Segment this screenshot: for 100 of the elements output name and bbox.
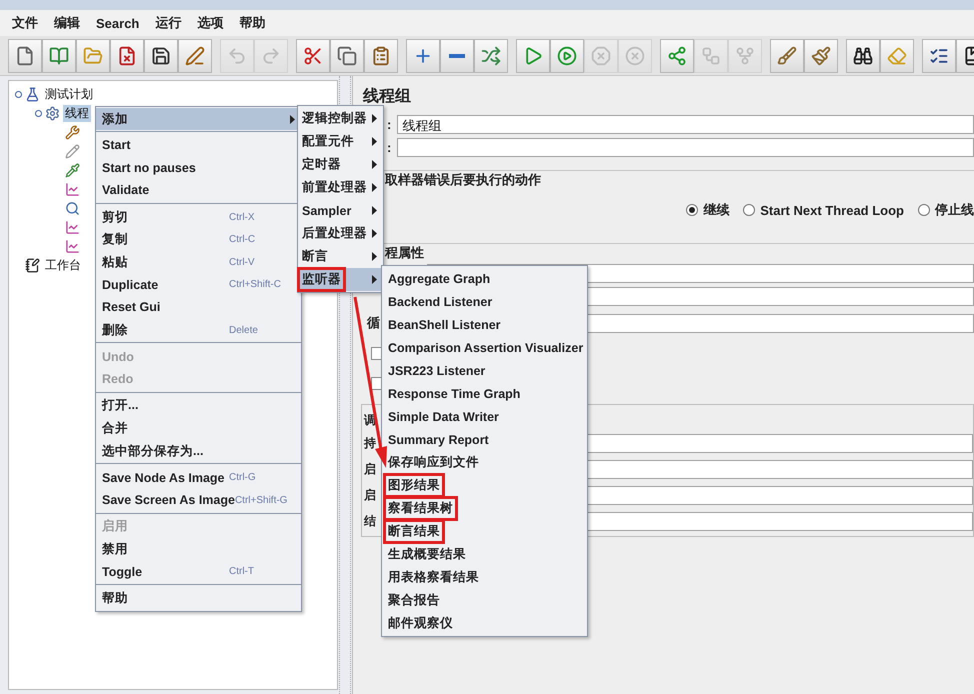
menu-item[interactable]: Save Screen As ImageCtrl+Shift-G (96, 488, 301, 512)
field-label: 结 (364, 512, 376, 530)
tree-node[interactable]: 线程 (63, 105, 91, 122)
menu-item[interactable]: 定时器 (298, 153, 383, 176)
menu-item[interactable]: Response Time Graph (382, 382, 587, 405)
menu-item[interactable]: 图形结果 (382, 474, 587, 497)
copy-button[interactable] (330, 38, 364, 72)
comment-field[interactable] (397, 138, 974, 156)
cut-button[interactable] (296, 38, 330, 72)
menu-title[interactable]: Search (90, 14, 146, 32)
search-button[interactable] (846, 38, 880, 72)
expand-button[interactable] (406, 38, 440, 72)
menu-item[interactable]: Summary Report (382, 428, 587, 451)
field-label: 循 (367, 314, 380, 332)
menu-item[interactable]: 前置处理器 (298, 176, 383, 199)
menu-item-label: Comparison Assertion Visualizer (387, 340, 584, 357)
menu-item-label: Simple Data Writer (387, 408, 500, 426)
radio-icon[interactable] (918, 204, 930, 216)
shortcut-label: Ctrl-T (229, 566, 255, 578)
radio-icon[interactable] (743, 204, 756, 216)
paste-button[interactable] (364, 38, 398, 72)
menu-item[interactable]: Comparison Assertion Visualizer (382, 336, 587, 359)
menu-item[interactable]: 复制 Ctrl-C (96, 228, 301, 251)
menu-item[interactable]: 保存响应到文件 (382, 451, 587, 474)
tree-node[interactable]: 工作台 (43, 257, 83, 274)
menu-item[interactable]: Start no pauses (96, 156, 301, 180)
menu-item-label: Response Time Graph (387, 386, 522, 403)
menu-item[interactable]: 逻辑控制器 (298, 107, 383, 130)
menu-title[interactable]: 文件 (6, 12, 44, 34)
radio-icon[interactable] (686, 204, 698, 216)
menu-item[interactable]: 聚合报告 (382, 589, 587, 612)
collapse-button[interactable] (440, 38, 474, 72)
menu-item-label: 逻辑控制器 (301, 110, 368, 127)
templates-button[interactable] (42, 38, 76, 72)
menu-item[interactable]: 邮件观察仪 (382, 612, 587, 635)
menu-item[interactable]: 打开... (96, 394, 301, 418)
toggle-button[interactable] (474, 38, 508, 72)
shuffle-icon (481, 46, 501, 66)
menu-item[interactable]: Aggregate Graph (382, 267, 587, 290)
menu-title[interactable]: 编辑 (48, 12, 86, 34)
menu-item[interactable]: 后置处理器 (298, 222, 383, 245)
circle-x-icon (625, 46, 645, 66)
submenu-arrow-icon (372, 252, 377, 261)
menu-item[interactable]: Simple Data Writer (382, 405, 587, 428)
menu-title[interactable]: 帮助 (233, 12, 272, 34)
menu-item-label: 保存响应到文件 (386, 454, 480, 471)
menu-item[interactable]: 禁用 (96, 538, 301, 561)
function-helper-button[interactable] (922, 38, 956, 72)
submenu-arrow-icon (372, 137, 377, 146)
menu-item[interactable]: JSR223 Listener (382, 359, 587, 382)
menu-item[interactable]: 合并 (96, 417, 301, 440)
menu-item[interactable]: 帮助 (96, 587, 301, 610)
menu-item[interactable]: Reset Gui (96, 296, 301, 319)
menu-item[interactable]: 用表格察看结果 (382, 566, 587, 589)
scissors-icon (303, 46, 323, 66)
start-no-pause-button[interactable] (550, 38, 584, 72)
clear-all-button[interactable] (804, 38, 838, 72)
start-button[interactable] (516, 38, 550, 72)
menu-item-label: 前置处理器 (301, 179, 368, 196)
menu-item-label: 断言结果 (383, 519, 445, 544)
radio-option[interactable]: 继续 (686, 201, 730, 219)
menu-item[interactable]: 配置元件 (298, 130, 383, 153)
menu-title[interactable]: 选项 (191, 12, 230, 34)
save-image-button[interactable] (178, 38, 212, 72)
menu-item[interactable]: Backend Listener (382, 290, 587, 313)
menu-item[interactable]: 删除 Delete (96, 318, 301, 342)
menu-item[interactable]: Validate (96, 179, 301, 202)
menu-item-label: 生成概要结果 (386, 546, 467, 563)
field-label: : (387, 116, 392, 132)
tree-node[interactable]: 测试计划 (43, 86, 95, 103)
close-button[interactable] (110, 38, 144, 72)
tree-expander-icon[interactable] (15, 91, 22, 98)
menu-item-label: 监听器 (297, 267, 346, 292)
new-button[interactable] (8, 38, 42, 72)
menu-item[interactable]: 选中部分保存为... (96, 440, 301, 462)
menu-title[interactable]: 运行 (149, 12, 188, 34)
menu-item[interactable]: 生成概要结果 (382, 543, 587, 566)
menu-item[interactable]: 断言 (298, 245, 383, 268)
field-label: 持 (364, 434, 376, 452)
menu-item[interactable]: BeanShell Listener (382, 313, 587, 336)
save-button[interactable] (144, 38, 178, 72)
menu-item[interactable]: 监听器 (298, 268, 383, 291)
menu-item[interactable]: 剪切 Ctrl-X (96, 206, 301, 228)
menu-item[interactable]: 察看结果树 (382, 497, 587, 520)
menu-item[interactable]: Start (96, 134, 301, 157)
shortcut-label: Ctrl-V (229, 256, 256, 268)
clear-button[interactable] (770, 38, 804, 72)
menu-item[interactable]: Toggle Ctrl-T (96, 560, 301, 584)
menu-item-label: Summary Report (387, 432, 490, 449)
radio-option[interactable]: Start Next Thread Loop (743, 201, 904, 219)
undo-icon (227, 46, 247, 66)
menu-item[interactable]: Sampler (298, 199, 383, 222)
open-button[interactable] (76, 38, 110, 72)
pen-icon (185, 46, 205, 66)
menu-item[interactable]: 断言结果 (382, 520, 587, 543)
menu-item[interactable]: Save Node As Image Ctrl-G (96, 466, 301, 489)
radio-option[interactable]: 停止线 (918, 201, 974, 219)
name-field[interactable]: 线程组 (397, 114, 974, 134)
tree-expander-icon[interactable] (35, 110, 42, 117)
remote-start-button[interactable] (660, 38, 694, 72)
